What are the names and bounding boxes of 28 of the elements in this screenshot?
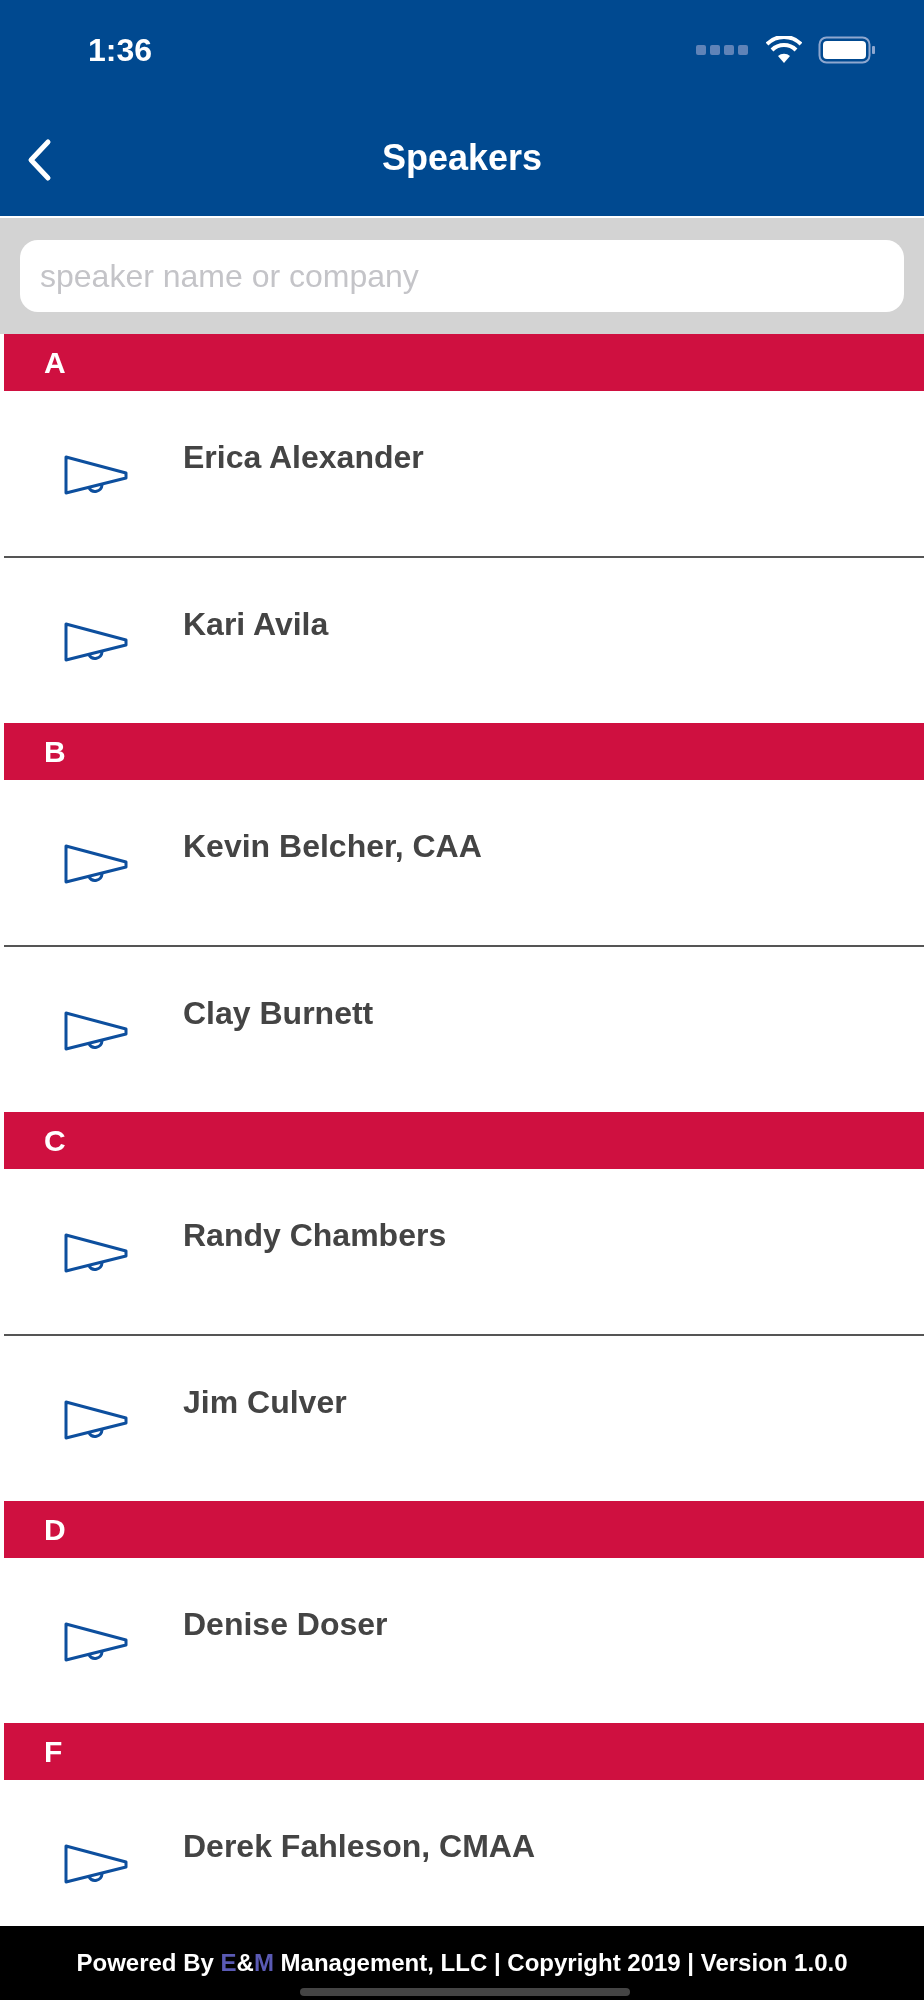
speaker-name[interactable]: Randy Chambers xyxy=(183,1211,447,1259)
megaphone-icon xyxy=(64,453,130,497)
speaker-name[interactable]: Kari Avila xyxy=(183,600,329,648)
section-header: C xyxy=(4,1112,924,1169)
footer-text: Powered By E&M Management, LLC | Copyright 2019 | Version 1.0.0 xyxy=(76,1948,848,1978)
megaphone-icon xyxy=(64,1231,130,1275)
search-field[interactable]: speaker name or company xyxy=(20,240,904,312)
speaker-name[interactable]: Clay Burnett xyxy=(183,989,374,1037)
speaker-name[interactable]: Derek Fahleson, CMAA xyxy=(183,1822,536,1870)
section-header: F xyxy=(4,1723,924,1780)
megaphone-icon xyxy=(64,1398,130,1442)
megaphone-icon xyxy=(64,1620,130,1664)
speaker-name[interactable]: Erica Alexander xyxy=(183,433,424,481)
speaker-name[interactable]: Denise Doser xyxy=(183,1600,388,1648)
section-header: D xyxy=(4,1501,924,1558)
megaphone-icon xyxy=(64,620,130,664)
section-header: B xyxy=(4,723,924,780)
megaphone-icon xyxy=(64,842,130,886)
megaphone-icon xyxy=(64,1009,130,1053)
signal-icon xyxy=(696,45,750,55)
megaphone-icon xyxy=(64,1842,130,1886)
speaker-name[interactable]: Jim Culver xyxy=(183,1378,347,1426)
wifi-icon xyxy=(766,36,802,64)
page-title: Speakers xyxy=(381,136,543,180)
battery-icon xyxy=(818,36,876,64)
speaker-name[interactable]: Kevin Belcher, CAA xyxy=(183,822,482,870)
status-time: 1:36 xyxy=(88,31,153,70)
section-header: A xyxy=(4,334,924,391)
